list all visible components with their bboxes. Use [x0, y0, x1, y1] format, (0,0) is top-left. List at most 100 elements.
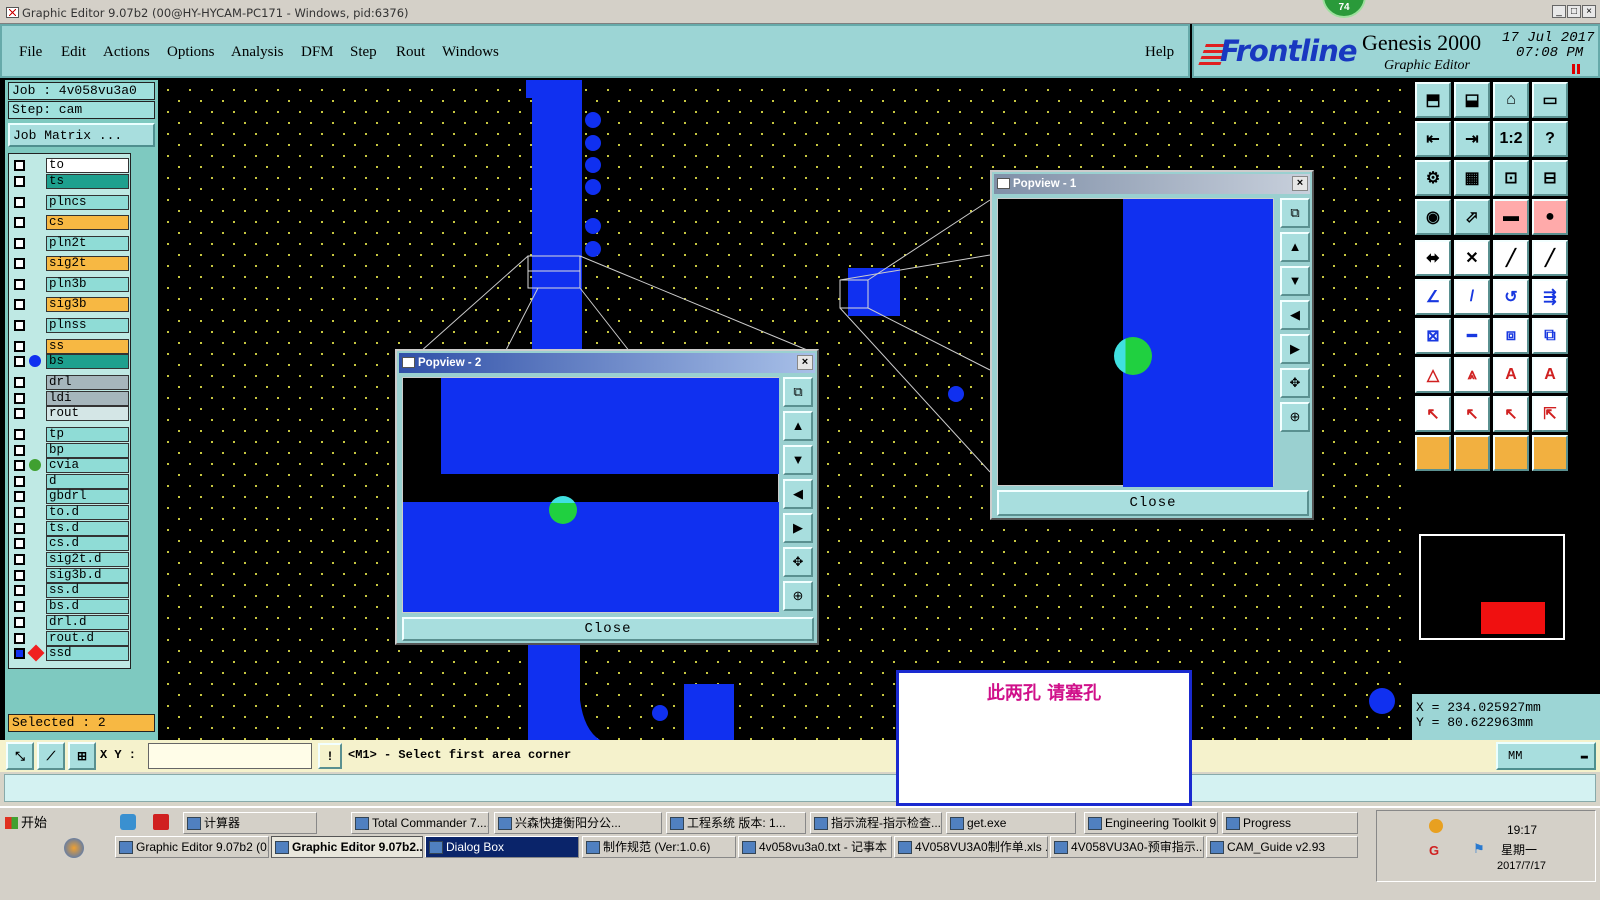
- popview-2-zoom-icon[interactable]: ⧉: [783, 377, 813, 407]
- layer-checkbox[interactable]: [14, 633, 25, 644]
- popview-2-up-icon[interactable]: ▲: [783, 411, 813, 441]
- layer-checkbox[interactable]: [14, 356, 25, 367]
- layer-checkbox[interactable]: [14, 554, 25, 565]
- zoom-home-icon[interactable]: ⬒: [1415, 82, 1451, 118]
- layer-name[interactable]: cs.d: [46, 536, 129, 551]
- layer-checkbox[interactable]: [14, 408, 25, 419]
- taskbar-button[interactable]: 4V058VU3A0制作单.xls ...: [894, 836, 1048, 858]
- menu-dfm[interactable]: DFM: [301, 44, 334, 61]
- layer-row[interactable]: sig3b: [9, 296, 131, 312]
- ratio-icon[interactable]: 1:2: [1493, 121, 1529, 157]
- layer-name[interactable]: ts: [46, 174, 129, 189]
- layer-name[interactable]: plncs: [46, 195, 129, 210]
- undefined-icon[interactable]: [1454, 435, 1490, 471]
- popview-1-zoom-icon[interactable]: ⧉: [1280, 198, 1310, 228]
- layer-name[interactable]: pln2t: [46, 236, 129, 251]
- popview-2-center-icon[interactable]: ⊕: [783, 581, 813, 611]
- layer-checkbox[interactable]: [14, 299, 25, 310]
- overview-map[interactable]: [1419, 534, 1565, 640]
- pdf-icon[interactable]: [153, 814, 169, 830]
- select2-icon[interactable]: ↖: [1454, 396, 1490, 432]
- menu-windows[interactable]: Windows: [442, 44, 499, 61]
- copy-icon[interactable]: ⧉: [1532, 318, 1568, 354]
- box-icon[interactable]: ⧈: [1493, 318, 1529, 354]
- route-icon[interactable]: ⇶: [1532, 279, 1568, 315]
- close-window-button[interactable]: ×: [1582, 5, 1596, 18]
- zoom-area-icon[interactable]: ⤡: [6, 742, 34, 770]
- popview-2-right-icon[interactable]: ▶: [783, 513, 813, 543]
- arc-icon[interactable]: ↺: [1493, 279, 1529, 315]
- layer-checkbox[interactable]: [14, 601, 25, 612]
- minus-icon[interactable]: ━: [1454, 318, 1490, 354]
- taskbar-button[interactable]: Graphic Editor 9.07b2...: [271, 836, 423, 858]
- popview-1-up-icon[interactable]: ▲: [1280, 232, 1310, 262]
- menu-edit[interactable]: Edit: [61, 44, 86, 61]
- snap2-icon[interactable]: ⊟: [1532, 160, 1568, 196]
- ql-app-icon[interactable]: [120, 814, 136, 830]
- layer-name[interactable]: to: [46, 158, 129, 173]
- layer-checkbox[interactable]: [14, 570, 25, 581]
- layer-checkbox[interactable]: [14, 429, 25, 440]
- layer-row[interactable]: pln2t: [9, 235, 131, 251]
- taskbar-button[interactable]: Total Commander 7....: [351, 812, 489, 834]
- popview-2-viewport[interactable]: [402, 377, 779, 613]
- popview-1-left-icon[interactable]: ◀: [1280, 300, 1310, 330]
- notification-badge[interactable]: 74: [1322, 0, 1366, 18]
- layer-checkbox[interactable]: [14, 393, 25, 404]
- layer-checkbox[interactable]: [14, 491, 25, 502]
- layer-row[interactable]: ts: [9, 173, 131, 189]
- exclamation-icon[interactable]: !: [318, 743, 342, 769]
- layer-name[interactable]: to.d: [46, 505, 129, 520]
- layer-row[interactable]: gbdrl: [9, 488, 131, 504]
- layer-name[interactable]: gbdrl: [46, 489, 129, 504]
- menu-file[interactable]: File: [19, 44, 42, 61]
- layer-checkbox[interactable]: [14, 320, 25, 331]
- layer-checkbox[interactable]: [14, 538, 25, 549]
- layer-name[interactable]: d: [46, 474, 129, 489]
- layer-name[interactable]: sig3b: [46, 297, 129, 312]
- undefined-icon[interactable]: [1493, 435, 1529, 471]
- layer-row[interactable]: pln3b: [9, 276, 131, 292]
- layer-name[interactable]: bs.d: [46, 599, 129, 614]
- clock-time[interactable]: 19:17: [1507, 823, 1537, 837]
- popview-1-down-icon[interactable]: ▼: [1280, 266, 1310, 296]
- layer-row[interactable]: cs.d: [9, 535, 131, 551]
- undefined-icon[interactable]: [1532, 435, 1568, 471]
- line-icon[interactable]: ╱: [1493, 240, 1529, 276]
- page-icon[interactable]: ▭: [1532, 82, 1568, 118]
- layer-name[interactable]: sig2t: [46, 256, 129, 271]
- popview-1-right-icon[interactable]: ▶: [1280, 334, 1310, 364]
- taskbar-button[interactable]: get.exe: [946, 812, 1076, 834]
- layer-checkbox[interactable]: [14, 341, 25, 352]
- triangle2-icon[interactable]: ⩓: [1454, 357, 1490, 393]
- layer-name[interactable]: ss: [46, 339, 129, 354]
- maximize-button[interactable]: □: [1567, 5, 1581, 18]
- popview-2-close-button[interactable]: Close: [402, 617, 814, 641]
- layer-row[interactable]: plncs: [9, 194, 131, 210]
- taskbar-button[interactable]: 制作规范 (Ver:1.0.6): [582, 836, 736, 858]
- pause-icon[interactable]: [1572, 64, 1580, 74]
- layer-name[interactable]: tp: [46, 427, 129, 442]
- popview-2-close-icon[interactable]: ×: [797, 355, 813, 370]
- taskbar-button[interactable]: Dialog Box: [425, 836, 579, 858]
- select3-icon[interactable]: ↖: [1493, 396, 1529, 432]
- measure-icon[interactable]: ⚙: [1415, 160, 1451, 196]
- layer-row[interactable]: ldi: [9, 390, 131, 406]
- text-a-icon[interactable]: A: [1493, 357, 1529, 393]
- home-icon[interactable]: ⌂: [1493, 82, 1529, 118]
- help-q-icon[interactable]: ?: [1532, 121, 1568, 157]
- layer-row[interactable]: sig2t: [9, 255, 131, 271]
- ruler-icon[interactable]: ▬: [1493, 199, 1529, 235]
- select4-icon[interactable]: ⇱: [1532, 396, 1568, 432]
- taskbar-button[interactable]: 工程系统 版本: 1...: [666, 812, 806, 834]
- layer-name[interactable]: ssd: [46, 646, 129, 661]
- minimize-button[interactable]: _: [1552, 5, 1566, 18]
- layer-row[interactable]: to.d: [9, 504, 131, 520]
- xy-input[interactable]: [148, 743, 312, 769]
- popview-1-fit-icon[interactable]: ✥: [1280, 368, 1310, 398]
- select-icon[interactable]: ↖: [1415, 396, 1451, 432]
- layer-row[interactable]: ss: [9, 338, 131, 354]
- taskbar-button[interactable]: 4v058vu3a0.txt - 记事本: [738, 836, 892, 858]
- layer-checkbox[interactable]: [14, 585, 25, 596]
- layer-checkbox[interactable]: [14, 377, 25, 388]
